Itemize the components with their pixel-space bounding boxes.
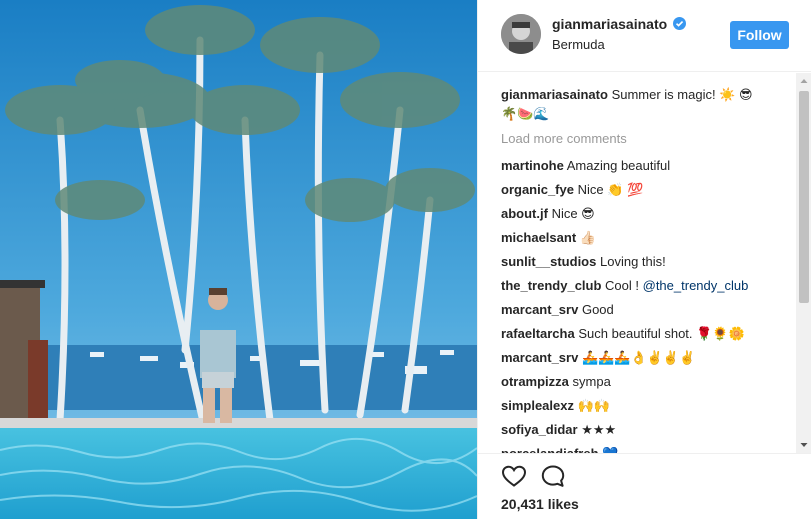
caption-text: Summer is magic! ☀️ 😎	[611, 87, 753, 102]
comment-text: 💙	[602, 446, 618, 453]
comment-row: michaelsant 👍🏻	[501, 228, 791, 247]
comment-text: 👍🏻	[579, 230, 596, 245]
comment-row: otrampizza sympa	[501, 372, 791, 391]
comment-row: the_trendy_club Cool ! @the_trendy_club	[501, 276, 791, 295]
comments-scrollbar[interactable]	[796, 73, 811, 453]
post-author-name[interactable]: gianmariasainato	[552, 16, 667, 32]
comment-row: martinohe Amazing beautiful	[501, 156, 791, 175]
comment-row: marcant_srv Good	[501, 300, 791, 319]
comment-text: Nice 😎	[551, 206, 595, 221]
post-location[interactable]: Bermuda	[552, 37, 605, 52]
comment-text: ★★★	[581, 422, 617, 437]
avatar[interactable]	[501, 14, 541, 54]
comment-text: Loving this!	[599, 254, 666, 269]
comment-text: Such beautiful shot. 🌹🌻🌼	[578, 326, 745, 341]
comments-list: gianmariasainato Summer is magic! ☀️ 😎 🌴…	[478, 73, 811, 453]
caption: gianmariasainato Summer is magic! ☀️ 😎	[501, 85, 791, 104]
caption-line-2: 🌴🍉🌊	[501, 104, 791, 123]
comment-row: sofiya_didar ★★★	[501, 420, 791, 439]
comment-row: sunlit__studios Loving this!	[501, 252, 791, 271]
follow-button[interactable]: Follow	[730, 21, 789, 49]
comment-username[interactable]: sofiya_didar	[501, 422, 578, 437]
comment-username[interactable]: michaelsant	[501, 230, 576, 245]
comment-username[interactable]: marcant_srv	[501, 350, 578, 365]
comment-username[interactable]: simplealexz	[501, 398, 574, 413]
post-author[interactable]: gianmariasainato	[552, 16, 687, 32]
comment-text: Nice 👏 💯	[577, 182, 644, 197]
comment-row: rafaeltarcha Such beautiful shot. 🌹🌻🌼	[501, 324, 791, 343]
comment-username[interactable]: porcelandiafreh	[501, 446, 599, 453]
avatar-image	[501, 14, 541, 54]
caption-username[interactable]: gianmariasainato	[501, 87, 608, 102]
post-actions: 20,431 likes	[478, 453, 811, 519]
heart-icon[interactable]	[501, 464, 527, 488]
comment-row: porcelandiafreh 💙	[501, 444, 791, 453]
comment-username[interactable]: organic_fye	[501, 182, 574, 197]
post-photo-image	[0, 0, 477, 519]
comment-mention-link[interactable]: @the_trendy_club	[643, 278, 749, 293]
comment-username[interactable]: otrampizza	[501, 374, 569, 389]
load-more-comments-link[interactable]: Load more comments	[501, 131, 627, 146]
comment-username[interactable]: martinohe	[501, 158, 564, 173]
comment-row: marcant_srv 🚣🚣🚣👌✌️✌️✌️	[501, 348, 791, 367]
scroll-up-arrow-icon[interactable]	[796, 73, 811, 89]
comment-text: Amazing beautiful	[566, 158, 671, 173]
comment-text: sympa	[572, 374, 611, 389]
comment-row: organic_fye Nice 👏 💯	[501, 180, 791, 199]
comment-username[interactable]: sunlit__studios	[501, 254, 596, 269]
comment-username[interactable]: marcant_srv	[501, 302, 578, 317]
post-side-panel: gianmariasainato Bermuda Follow gianmari…	[477, 0, 811, 519]
caption-text-line-2: 🌴🍉🌊	[501, 106, 550, 121]
comment-text: 🙌🙌	[577, 398, 610, 413]
post-photo[interactable]	[0, 0, 477, 519]
comment-text: Good	[581, 302, 614, 317]
comment-bubble-icon[interactable]	[540, 464, 566, 488]
comment-username[interactable]: the_trendy_club	[501, 278, 601, 293]
scroll-down-arrow-icon[interactable]	[796, 437, 811, 453]
comment-row: simplealexz 🙌🙌	[501, 396, 791, 415]
comment-username[interactable]: rafaeltarcha	[501, 326, 575, 341]
likes-count[interactable]: 20,431 likes	[501, 496, 579, 512]
comment-text: Cool !	[605, 278, 643, 293]
comment-text: 🚣🚣🚣👌✌️✌️✌️	[581, 350, 696, 365]
verified-badge-icon	[673, 17, 687, 30]
post-header: gianmariasainato Bermuda Follow	[478, 0, 811, 72]
comment-row: about.jf Nice 😎	[501, 204, 791, 223]
comment-username[interactable]: about.jf	[501, 206, 548, 221]
scrollbar-thumb[interactable]	[799, 91, 809, 303]
